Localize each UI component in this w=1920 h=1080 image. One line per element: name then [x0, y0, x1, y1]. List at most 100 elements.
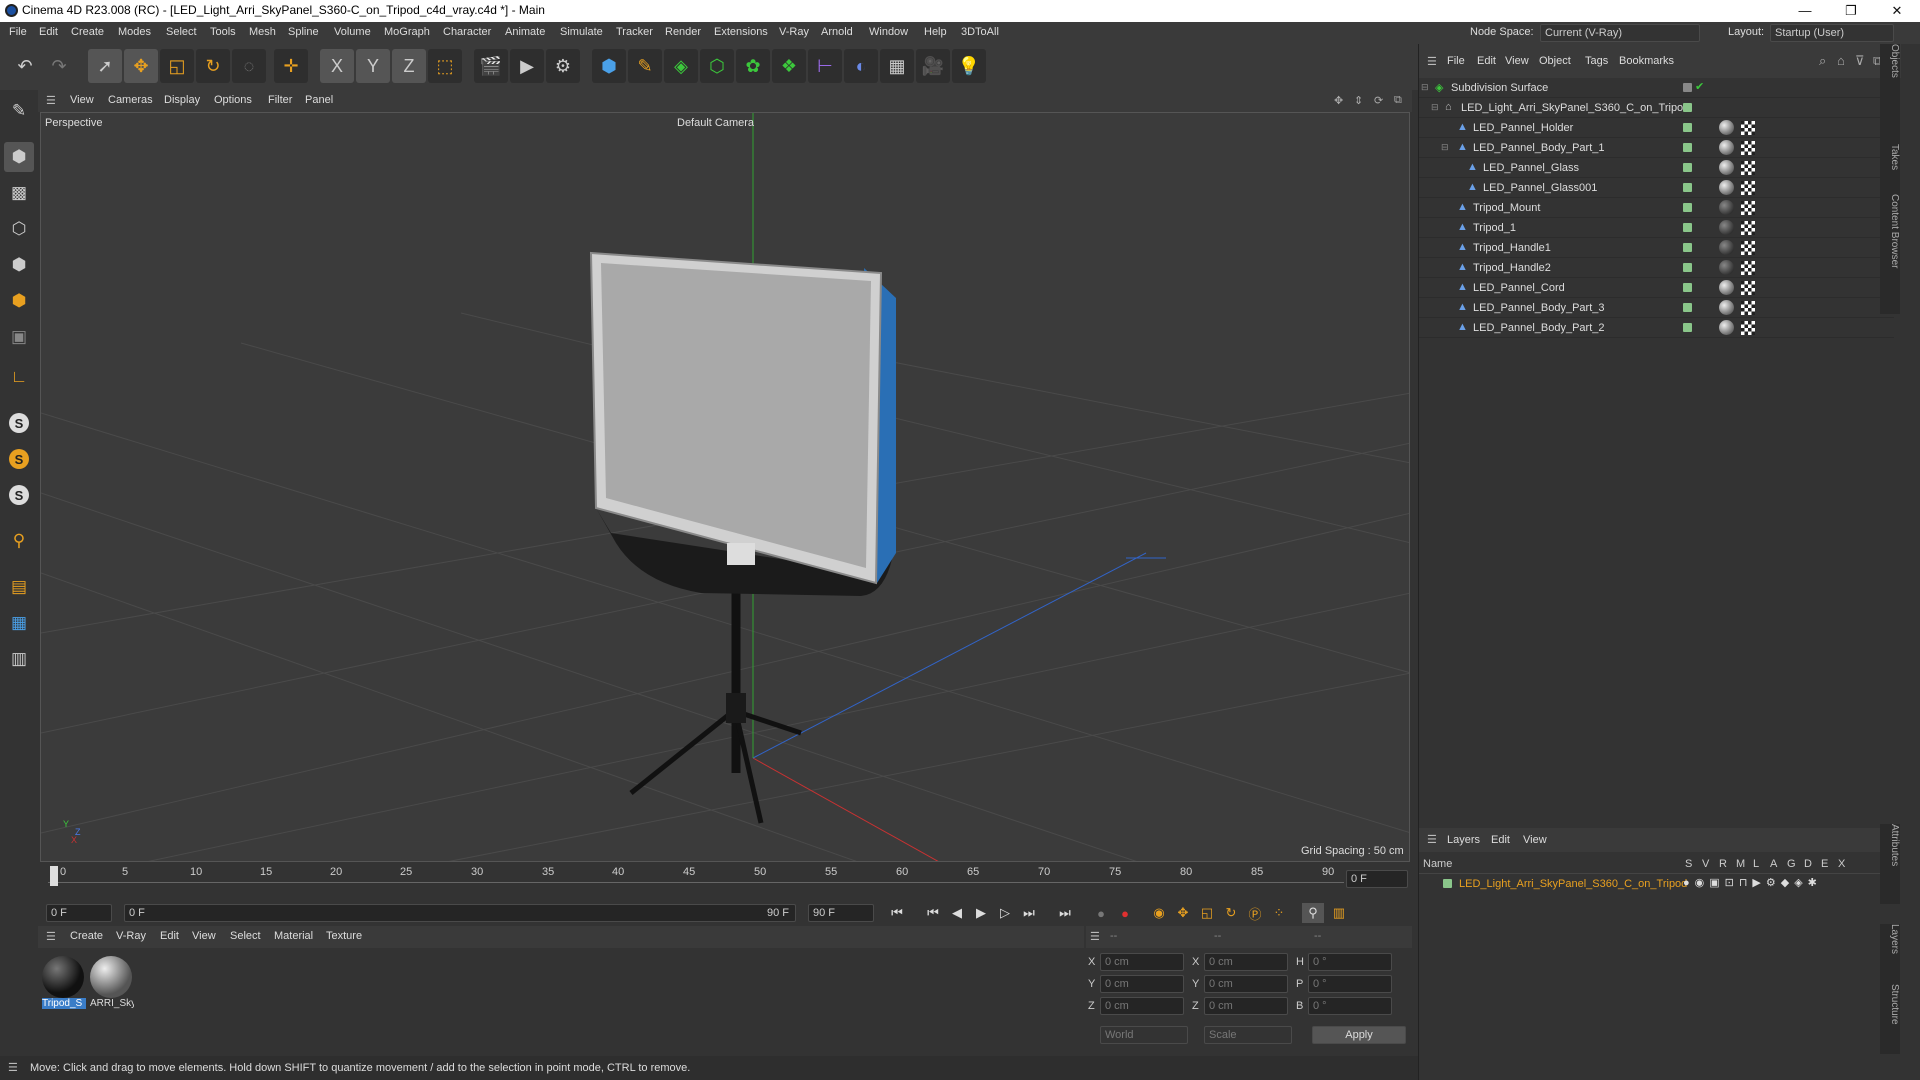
object-row[interactable]: ▲ Tripod_Handle2 — [1419, 258, 1894, 278]
side-tab-attributes[interactable]: Attributes — [1880, 824, 1900, 904]
size-x-field[interactable]: 0 cm — [1204, 953, 1288, 971]
points-mode-icon[interactable]: ⬡ — [4, 214, 34, 244]
texture-tag-icon[interactable] — [1741, 241, 1755, 255]
end-frame-field[interactable]: 90 F — [808, 904, 874, 922]
texture-tag-icon[interactable] — [1741, 121, 1755, 135]
object-row[interactable]: ▲ Tripod_1 — [1419, 218, 1894, 238]
material-tag-icon[interactable] — [1719, 260, 1734, 275]
playhead[interactable] — [50, 866, 58, 886]
size-y-field[interactable]: 0 cm — [1204, 975, 1288, 993]
apply-button[interactable]: Apply — [1312, 1026, 1406, 1044]
go-to-start-icon[interactable]: ⏮ — [886, 903, 908, 923]
object-menu-edit[interactable]: Edit — [1477, 55, 1496, 67]
object-row[interactable]: ⊟ ⌂ LED_Light_Arri_SkyPanel_S360_C_on_Tr… — [1419, 98, 1894, 118]
object-menu-icon[interactable]: ☰ — [1427, 55, 1437, 68]
prev-frame-icon[interactable]: ◀ — [946, 903, 968, 923]
key-param-icon[interactable]: Ⓟ — [1244, 903, 1266, 923]
menu-mesh[interactable]: Mesh — [249, 26, 276, 38]
spline-pen-icon[interactable]: ✎ — [628, 49, 662, 83]
layout-select[interactable]: Startup (User) — [1770, 24, 1894, 42]
menu-arnold[interactable]: Arnold — [821, 26, 853, 38]
object-menu-bookmarks[interactable]: Bookmarks — [1619, 55, 1674, 67]
menu-extensions[interactable]: Extensions — [714, 26, 768, 38]
viewport-menu-options[interactable]: Options — [214, 94, 252, 106]
object-row[interactable]: ▲ LED_Pannel_Holder — [1419, 118, 1894, 138]
key-scale-icon[interactable]: ◱ — [1196, 903, 1218, 923]
object-row[interactable]: ⊟ ◈ Subdivision Surface ✔ — [1419, 78, 1894, 98]
viewport-menu-icon[interactable]: ☰ — [46, 94, 56, 107]
viewport-3d[interactable]: Perspective Default Camera Grid Spacing … — [40, 112, 1410, 862]
viewport-nav-move-icon[interactable]: ✥ — [1334, 94, 1343, 107]
axis-mode-icon[interactable]: ∟ — [4, 362, 34, 392]
material-swatch[interactable]: Tripod_S — [42, 956, 86, 1012]
next-key-icon[interactable]: ⏭ — [1018, 903, 1040, 923]
side-tab-layers[interactable]: Layers — [1880, 924, 1900, 984]
layer-color-icon[interactable] — [1683, 143, 1692, 152]
material-menu-vray[interactable]: V-Ray — [116, 930, 146, 942]
prev-key-icon[interactable]: ⏮ — [922, 903, 944, 923]
record-disabled-icon[interactable]: ● — [1090, 903, 1112, 923]
menu-spline[interactable]: Spline — [288, 26, 319, 38]
tag-icon[interactable]: ◐ — [844, 49, 878, 83]
collapse-icon[interactable]: ⊟ — [1431, 102, 1439, 113]
menu-simulate[interactable]: Simulate — [560, 26, 603, 38]
coordinate-system-icon[interactable]: ⬚ — [428, 49, 462, 83]
layer-color-icon[interactable] — [1683, 103, 1692, 112]
transform-icon[interactable]: ✛ — [274, 49, 308, 83]
texture-tag-icon[interactable] — [1741, 321, 1755, 335]
snap-settings-icon[interactable]: S — [4, 444, 34, 474]
material-menu-edit[interactable]: Edit — [160, 930, 179, 942]
texture-tag-icon[interactable] — [1741, 141, 1755, 155]
status-menu-icon[interactable]: ☰ — [8, 1061, 18, 1074]
rotation-p-field[interactable]: 0 ° — [1308, 975, 1392, 993]
extrude-icon[interactable]: ⬡ — [700, 49, 734, 83]
menu-vray[interactable]: V-Ray — [779, 26, 809, 38]
play-icon[interactable]: ▶ — [970, 903, 992, 923]
viewport-nav-rotate-icon[interactable]: ⟳ — [1374, 94, 1383, 107]
object-row[interactable]: ▲ LED_Pannel_Body_Part_3 — [1419, 298, 1894, 318]
rotation-b-field[interactable]: 0 ° — [1308, 997, 1392, 1015]
object-menu-tags[interactable]: Tags — [1585, 55, 1608, 67]
layer-color-icon[interactable] — [1443, 879, 1452, 888]
layer-color-icon[interactable] — [1683, 223, 1692, 232]
key-move-icon[interactable]: ✥ — [1172, 903, 1194, 923]
redo-icon[interactable]: ↷ — [42, 49, 76, 83]
texture-tag-icon[interactable] — [1741, 201, 1755, 215]
grid-icon[interactable]: ▤ — [4, 572, 34, 602]
position-z-field[interactable]: 0 cm — [1100, 997, 1184, 1015]
material-tag-icon[interactable] — [1719, 200, 1734, 215]
object-menu-view[interactable]: View — [1505, 55, 1529, 67]
coord-system-select[interactable]: World — [1100, 1026, 1188, 1044]
viewport-camera-name[interactable]: Default Camera — [677, 117, 754, 129]
render-region-icon[interactable]: 🎬 — [474, 49, 508, 83]
autokey-icon[interactable]: ◉ — [1148, 903, 1170, 923]
home-icon[interactable]: ⌂ — [1837, 53, 1845, 68]
material-menu-texture[interactable]: Texture — [326, 930, 362, 942]
next-frame-icon[interactable]: ▷ — [994, 903, 1016, 923]
close-button[interactable]: ✕ — [1874, 0, 1920, 22]
position-x-field[interactable]: 0 cm — [1100, 953, 1184, 971]
layer-color-icon[interactable] — [1683, 203, 1692, 212]
menu-window[interactable]: Window — [869, 26, 908, 38]
minimize-button[interactable]: — — [1782, 0, 1828, 22]
object-mode-icon[interactable]: ▣ — [4, 322, 34, 352]
layers-menu-layers[interactable]: Layers — [1447, 834, 1480, 846]
menu-help[interactable]: Help — [924, 26, 947, 38]
material-tag-icon[interactable] — [1719, 220, 1734, 235]
size-z-field[interactable]: 0 cm — [1204, 997, 1288, 1015]
object-row[interactable]: ▲ LED_Pannel_Cord — [1419, 278, 1894, 298]
material-menu-select[interactable]: Select — [230, 930, 261, 942]
material-swatch[interactable]: ARRI_Sky — [90, 956, 134, 1012]
filter-icon[interactable]: ⊽ — [1855, 53, 1865, 69]
menu-animate[interactable]: Animate — [505, 26, 545, 38]
rotation-h-field[interactable]: 0 ° — [1308, 953, 1392, 971]
menu-create[interactable]: Create — [71, 26, 104, 38]
menu-tracker[interactable]: Tracker — [616, 26, 653, 38]
texture-tag-icon[interactable] — [1741, 161, 1755, 175]
layers-menu-edit[interactable]: Edit — [1491, 834, 1510, 846]
magnet-icon[interactable]: ⚲ — [4, 526, 34, 556]
rotate-icon[interactable]: ↻ — [196, 49, 230, 83]
layer-color-icon[interactable] — [1683, 183, 1692, 192]
node-space-select[interactable]: Current (V-Ray) — [1540, 24, 1700, 42]
object-row[interactable]: ▲ LED_Pannel_Glass001 — [1419, 178, 1894, 198]
